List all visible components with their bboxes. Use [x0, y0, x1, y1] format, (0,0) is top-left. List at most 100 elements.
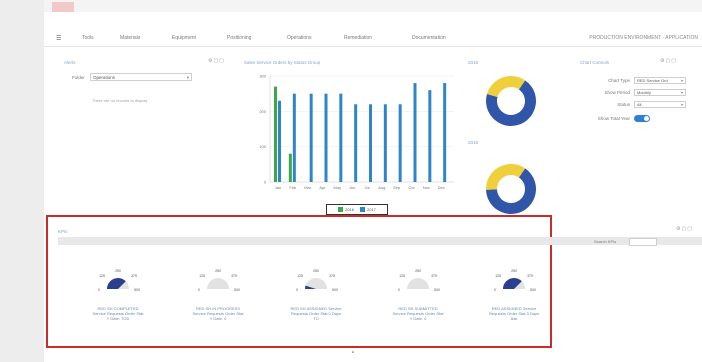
- alerts-controls-icon[interactable]: ⚙▢▢: [208, 58, 225, 64]
- gauge-tick-label: 0: [198, 288, 200, 292]
- kpi-label-line: Y Date: 0: [209, 316, 227, 321]
- gauge-tick-label: 375: [231, 274, 237, 278]
- bar-2017-Jun: [354, 104, 358, 182]
- gauge-dial: 0 125 250 375 500: [398, 269, 440, 292]
- gauge-tick-label: 250: [115, 269, 121, 273]
- kpi-label-2[interactable]: RED SH IN PROGRESS Service Requests Order…: [178, 306, 258, 321]
- bar-2016-Feb: [288, 153, 292, 182]
- kpi-label-line: Y Date: TOD: [106, 316, 130, 321]
- chart-type-value: RED Service Ord: [637, 78, 668, 83]
- gauge-tick-label: 125: [399, 274, 405, 278]
- toggle-knob: [644, 116, 649, 121]
- search-kpis-label: Search KPIs: [594, 239, 617, 244]
- nav-item-documentation[interactable]: Documentation: [412, 35, 446, 41]
- chart-legend[interactable]: 2016 2017: [326, 204, 388, 215]
- y-tick-label: 200: [259, 109, 266, 114]
- show-period-select[interactable]: Monthly ▾: [634, 89, 686, 96]
- donut-slice-yellow[interactable]: [486, 164, 526, 190]
- show-period-value: Monthly: [637, 90, 652, 95]
- x-tick-label: Sep: [393, 185, 401, 190]
- gauge-tick-label: 125: [297, 274, 303, 278]
- chart-controls-icon[interactable]: ⚙▢▢: [660, 58, 677, 64]
- gauge-tick-label: 0: [398, 288, 400, 292]
- kpi-controls-icon[interactable]: ⚙▢▢: [676, 226, 693, 232]
- x-tick-label: Mar: [304, 185, 312, 190]
- kpi-label-1[interactable]: RED SH COMPLETED Service Requests Order S…: [78, 306, 158, 321]
- x-tick-label: Jun: [349, 185, 355, 190]
- kpi-label-5[interactable]: RED ASSIGNED Service Requests Order Stat …: [474, 306, 554, 321]
- top-nav: ☰ Tools Materials Equipment Positioning …: [44, 30, 702, 47]
- show-period-label: Show Period: [604, 90, 630, 95]
- y-tick-label: 300: [259, 74, 266, 79]
- nav-item-tools[interactable]: Tools: [82, 35, 94, 41]
- folder-select[interactable]: Operations ▾: [90, 73, 192, 81]
- gauge-tick-label: 250: [313, 269, 319, 273]
- chart-type-select[interactable]: RED Service Ord ▾: [634, 77, 686, 84]
- chart-type-label: Chart Type: [608, 78, 630, 83]
- gauge-track: [407, 278, 429, 289]
- x-tick-label: Nov: [423, 185, 430, 190]
- bar-2016-Jan: [274, 86, 277, 182]
- gauge-tick-label: 500: [134, 288, 140, 292]
- status-label: Status: [617, 102, 630, 107]
- bar-chart: 300 200 100 0 Jan Feb Mar Apr May Jun Jul Aug Sep Oct…: [259, 74, 454, 190]
- browser-tab[interactable]: [52, 2, 74, 12]
- donut2-label: 2016: [468, 140, 479, 145]
- app-window: ☰ Tools Materials Equipment Positioning …: [44, 0, 702, 362]
- nav-item-remediation[interactable]: Remediation: [344, 35, 372, 41]
- gauge-dial: 0 125 250 375 500: [296, 269, 338, 292]
- nav-item-operations[interactable]: Operations: [287, 35, 311, 41]
- gauge-dial: 0 125 250 375 500: [198, 269, 240, 292]
- search-kpis-input[interactable]: [629, 238, 657, 246]
- y-tick-label: 100: [259, 144, 266, 149]
- chevron-down-icon: ▾: [186, 75, 189, 80]
- kpi-gauge-1[interactable]: 0 125 250 375 500: [78, 263, 158, 293]
- kpi-label-line: TO: [313, 316, 319, 321]
- y-tick-label: 0: [264, 180, 267, 185]
- chart-title: Sales Service Orders by Status Group: [244, 60, 321, 65]
- bar-2017-Nov: [428, 90, 432, 182]
- environment-label: PRODUCTION ENVIRONMENT - APPLICATION: [589, 35, 698, 41]
- bar-2017-Jan: [278, 100, 281, 182]
- gauge-tick-label: 500: [434, 288, 440, 292]
- x-tick-label: Feb: [289, 185, 297, 190]
- nav-item-equipment[interactable]: Equipment: [172, 35, 196, 41]
- gauge-tick-label: 125: [495, 274, 501, 278]
- x-tick-label: Apr: [319, 185, 326, 190]
- x-tick-label: Jul: [364, 185, 369, 190]
- status-select[interactable]: All ▾: [634, 101, 686, 108]
- bar-2017-Apr: [324, 93, 328, 182]
- gauge-tick-label: 500: [530, 288, 536, 292]
- mouse-cursor-icon: ⬞: [352, 350, 354, 356]
- show-total-toggle[interactable]: [634, 115, 650, 122]
- x-tick-label: Oct: [408, 185, 415, 190]
- nav-item-positioning[interactable]: Positioning: [227, 35, 251, 41]
- legend-swatch-2016: [338, 207, 344, 213]
- kpi-gauge-2[interactable]: 0 125 250 375 500: [178, 263, 258, 293]
- kpi-gauge-4[interactable]: 0 125 250 375 500: [378, 263, 458, 293]
- hamburger-icon[interactable]: ☰: [56, 35, 61, 42]
- bar-2017-Mar: [309, 93, 313, 182]
- legend-item-2017[interactable]: 2017: [360, 206, 376, 213]
- x-tick-label: Dec: [438, 185, 445, 190]
- kpi-gauge-3[interactable]: 0 125 250 375 500: [276, 263, 356, 293]
- chevron-down-icon: ▾: [680, 78, 683, 83]
- gauge-tick-label: 500: [234, 288, 240, 292]
- gauge-tick-label: 375: [431, 274, 437, 278]
- donut-slice-yellow[interactable]: [487, 76, 526, 98]
- legend-label-2017: 2017: [367, 206, 376, 212]
- bar-2017-Sep: [398, 104, 402, 182]
- gauge-tick-label: 500: [332, 288, 338, 292]
- kpi-title: KPIs: [58, 229, 68, 234]
- kpi-gauge-5[interactable]: 0 125 250 375 500: [474, 263, 554, 293]
- kpi-label-line: Y Date: 0: [409, 316, 427, 321]
- bar-2017-May: [339, 93, 343, 182]
- chevron-down-icon: ▾: [680, 90, 683, 95]
- kpi-label-line: Ask: [510, 316, 518, 321]
- folder-label: Folder: [72, 75, 85, 80]
- browser-strip: [44, 0, 702, 12]
- kpi-label-4[interactable]: RED SH SUBMITTED Service Requests Order S…: [378, 306, 458, 321]
- legend-item-2016[interactable]: 2016: [338, 207, 354, 213]
- nav-item-materials[interactable]: Materials: [120, 35, 140, 41]
- kpi-label-3[interactable]: RED SH ASSIGNED Service Requests Order St…: [276, 306, 356, 321]
